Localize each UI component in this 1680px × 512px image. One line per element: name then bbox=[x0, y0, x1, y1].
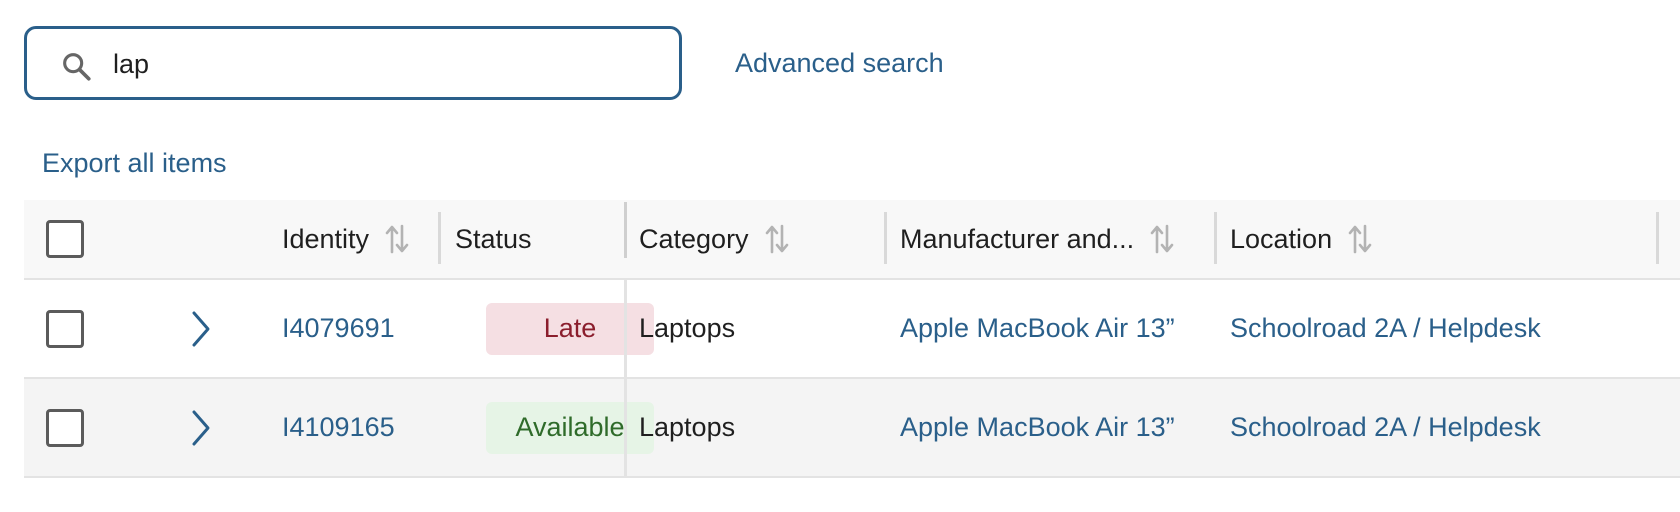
column-divider[interactable] bbox=[1214, 212, 1217, 264]
expand-cell bbox=[184, 379, 218, 476]
column-header-identity[interactable]: Identity bbox=[282, 200, 411, 278]
expand-cell bbox=[184, 280, 218, 377]
select-all-checkbox[interactable] bbox=[46, 220, 84, 258]
column-divider[interactable] bbox=[438, 212, 441, 264]
column-divider[interactable] bbox=[884, 212, 887, 264]
table-header: Identity Status Category Manufacturer an… bbox=[24, 200, 1680, 280]
location-cell: Schoolroad 2A / Helpdesk bbox=[1230, 280, 1541, 377]
category-cell: Laptops bbox=[639, 280, 735, 377]
row-checkbox[interactable] bbox=[46, 408, 84, 447]
column-label-category: Category bbox=[639, 223, 749, 254]
category-value: Laptops bbox=[639, 412, 736, 442]
advanced-search-link[interactable]: Advanced search bbox=[735, 48, 944, 79]
row-checkbox[interactable] bbox=[46, 309, 84, 348]
row-select-cell bbox=[46, 280, 84, 377]
category-cell: Laptops bbox=[639, 379, 735, 476]
column-header-location[interactable]: Location bbox=[1230, 200, 1374, 278]
category-value: Laptops bbox=[639, 313, 736, 343]
column-header-status: Status bbox=[455, 200, 532, 278]
sticky-column-edge bbox=[624, 280, 627, 377]
identity-link[interactable]: I4079691 bbox=[282, 313, 395, 344]
column-label-manufacturer: Manufacturer and... bbox=[900, 223, 1135, 254]
expand-row-button[interactable] bbox=[184, 309, 218, 349]
column-label-identity: Identity bbox=[282, 223, 370, 254]
status-badge: Late bbox=[486, 302, 654, 355]
column-label-status: Status bbox=[455, 223, 532, 254]
location-link[interactable]: Schoolroad 2A / Helpdesk bbox=[1230, 412, 1541, 443]
status-cell: Available bbox=[486, 379, 654, 476]
manufacturer-cell: Apple MacBook Air 13” bbox=[900, 280, 1175, 377]
chevron-right-icon bbox=[192, 410, 210, 445]
column-header-manufacturer[interactable]: Manufacturer and... bbox=[900, 200, 1176, 278]
select-all-cell bbox=[46, 200, 84, 278]
status-cell: Late bbox=[486, 280, 654, 377]
chevron-right-icon bbox=[192, 311, 210, 346]
table-row: I4079691 Late Laptops Apple MacBook Air … bbox=[24, 280, 1680, 379]
sticky-column-edge bbox=[624, 379, 627, 476]
search-box[interactable] bbox=[24, 26, 682, 100]
manufacturer-link[interactable]: Apple MacBook Air 13” bbox=[900, 412, 1175, 443]
location-link[interactable]: Schoolroad 2A / Helpdesk bbox=[1230, 313, 1541, 344]
sort-icon[interactable] bbox=[1346, 222, 1374, 256]
manufacturer-cell: Apple MacBook Air 13” bbox=[900, 379, 1175, 476]
status-badge: Available bbox=[486, 401, 654, 454]
sort-icon[interactable] bbox=[1148, 222, 1176, 256]
export-all-items-link[interactable]: Export all items bbox=[42, 148, 227, 179]
page: Advanced search Export all items Identit… bbox=[0, 0, 1680, 512]
search-icon bbox=[63, 53, 91, 81]
row-select-cell bbox=[46, 379, 84, 476]
column-divider[interactable] bbox=[1656, 212, 1659, 264]
table-row: I4109165 Available Laptops Apple MacBook… bbox=[24, 379, 1680, 478]
column-header-category[interactable]: Category bbox=[639, 200, 791, 278]
search-input[interactable] bbox=[113, 43, 653, 85]
identity-link[interactable]: I4109165 bbox=[282, 412, 395, 443]
location-cell: Schoolroad 2A / Helpdesk bbox=[1230, 379, 1541, 476]
manufacturer-link[interactable]: Apple MacBook Air 13” bbox=[900, 313, 1175, 344]
column-label-location: Location bbox=[1230, 223, 1333, 254]
items-table: Identity Status Category Manufacturer an… bbox=[24, 200, 1680, 478]
expand-row-button[interactable] bbox=[184, 408, 218, 448]
sort-icon[interactable] bbox=[763, 222, 791, 256]
sort-icon[interactable] bbox=[383, 222, 411, 256]
identity-cell: I4079691 bbox=[282, 280, 395, 377]
column-divider[interactable] bbox=[624, 202, 627, 258]
identity-cell: I4109165 bbox=[282, 379, 395, 476]
